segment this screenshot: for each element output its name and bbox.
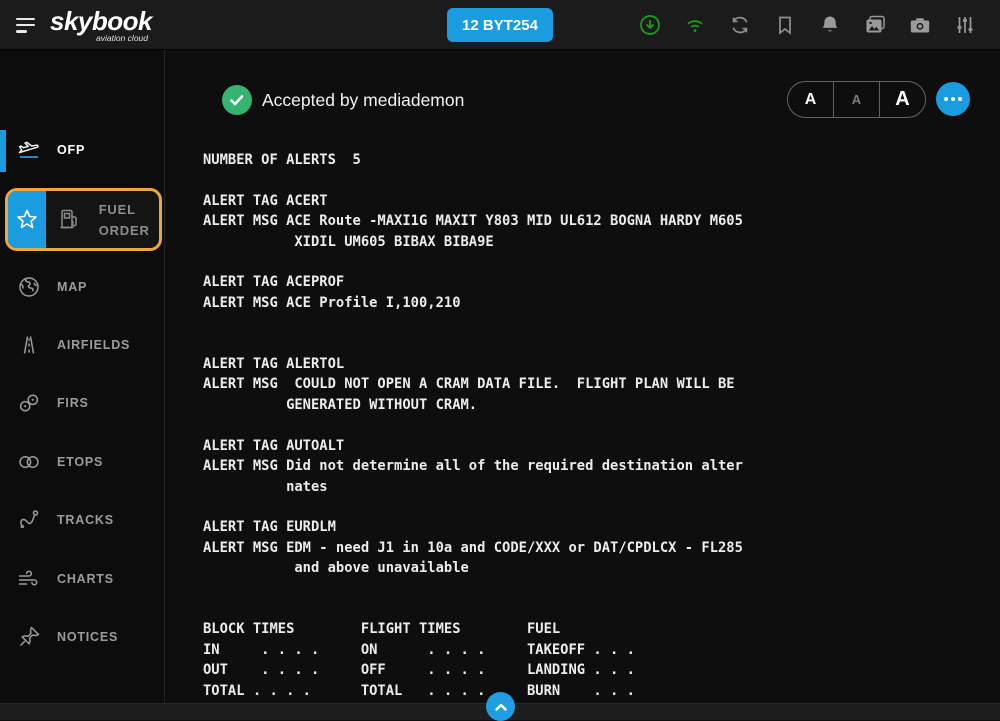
sidebar-item-etops[interactable]: ETOPS [0, 433, 165, 491]
font-size-large-button[interactable]: A [880, 82, 925, 117]
pin-icon [16, 624, 42, 650]
topbar-icons [638, 13, 977, 37]
gallery-icon[interactable] [863, 13, 887, 37]
wind-icon [16, 566, 42, 592]
font-size-small-label: A [805, 91, 817, 109]
sidebar-item-label: FIRS [57, 396, 89, 410]
app-name: skybook [50, 6, 152, 36]
firs-sectors-icon [16, 390, 42, 416]
fuel-pump-icon [57, 207, 83, 233]
top-bar: skybook aviation cloud 12 BYT254 [0, 0, 1000, 50]
sidebar-item-ofp[interactable]: OFP [0, 121, 165, 179]
sync-icon[interactable] [728, 13, 752, 37]
more-options-button[interactable] [936, 82, 970, 116]
check-circle-icon [222, 85, 252, 115]
favourite-star-tile[interactable] [8, 191, 46, 248]
sidebar-item-label: AIRFIELDS [57, 338, 130, 352]
plane-takeoff-icon [16, 137, 42, 163]
status-message: Accepted by mediademon [262, 90, 464, 111]
star-icon [14, 207, 40, 233]
font-size-small-button[interactable]: A [788, 82, 834, 117]
sidebar-nav: OFP FUEL ORDER MAP [0, 50, 165, 703]
sidebar-item-label: NOTICES [57, 630, 118, 644]
font-size-large-label: A [895, 88, 909, 111]
sidebar-item-label: OFP [57, 143, 85, 157]
ofp-alert-text: NUMBER OF ALERTS 5 ALERT TAG ACERT ALERT… [203, 150, 743, 701]
sidebar-item-charts[interactable]: CHARTS [0, 550, 165, 608]
ellipsis-icon [944, 97, 949, 102]
sidebar-item-label: TRACKS [57, 513, 114, 527]
chevron-up-icon [492, 698, 510, 716]
sliders-icon[interactable] [953, 13, 977, 37]
flight-select-button[interactable]: 12 BYT254 [447, 8, 553, 42]
sidebar-item-fuel-order[interactable]: FUEL ORDER [5, 188, 162, 251]
sidebar-item-map[interactable]: MAP [0, 258, 165, 316]
tracks-route-icon [16, 507, 42, 533]
download-icon[interactable] [638, 13, 662, 37]
etops-circles-icon [16, 449, 42, 475]
globe-icon [16, 274, 42, 300]
sidebar-item-label: CHARTS [57, 572, 114, 586]
font-size-medium-label: A [852, 92, 861, 107]
sidebar-item-label: MAP [57, 280, 87, 294]
app-logo: skybook aviation cloud [50, 6, 152, 43]
sidebar-item-firs[interactable]: FIRS [0, 374, 165, 432]
menu-icon[interactable] [16, 14, 38, 36]
sidebar-item-label: FUEL ORDER [99, 199, 159, 241]
runway-icon [16, 332, 42, 358]
camera-icon[interactable] [908, 13, 932, 37]
bookmark-icon[interactable] [773, 13, 797, 37]
sidebar-item-notices[interactable]: NOTICES [0, 608, 165, 666]
sidebar-item-airfields[interactable]: AIRFIELDS [0, 316, 165, 374]
sidebar-item-label: ETOPS [57, 455, 103, 469]
font-size-selector: A A A [787, 81, 926, 118]
sidebar-item-tracks[interactable]: TRACKS [0, 491, 165, 549]
wifi-icon[interactable] [683, 13, 707, 37]
scroll-to-top-button[interactable] [486, 692, 515, 721]
font-size-medium-button[interactable]: A [834, 82, 880, 117]
bell-icon[interactable] [818, 13, 842, 37]
